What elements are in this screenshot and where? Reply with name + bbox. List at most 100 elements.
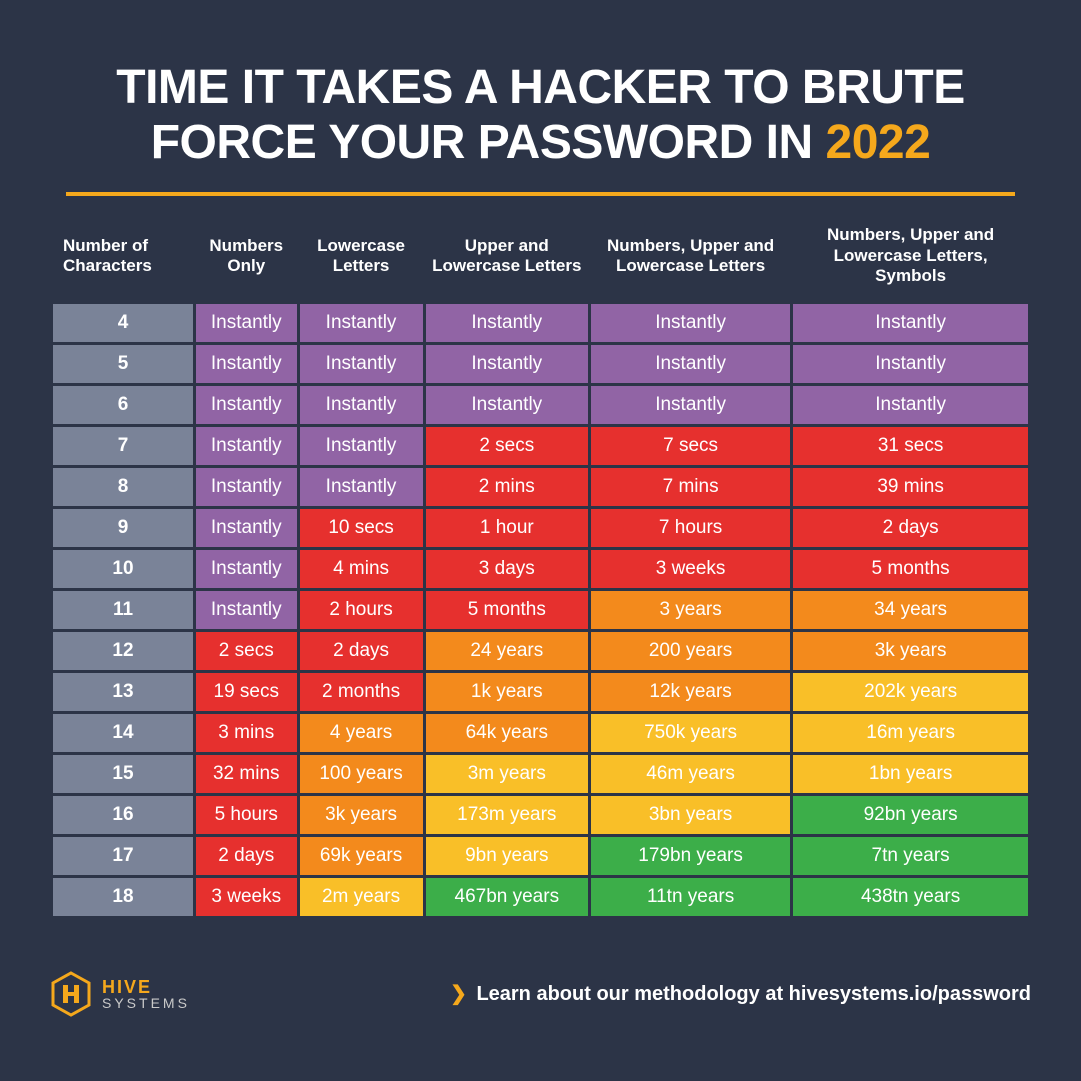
- time-cell: 2 days: [300, 632, 423, 670]
- time-cell: 3k years: [793, 632, 1028, 670]
- time-cell: 3 years: [591, 591, 790, 629]
- chevron-right-icon: ❯: [450, 983, 467, 1005]
- table-row: 1319 secs2 months1k years12k years202k y…: [53, 673, 1028, 711]
- divider: [66, 192, 1015, 196]
- time-cell: 19 secs: [196, 673, 297, 711]
- time-cell: 32 mins: [196, 755, 297, 793]
- time-cell: 9bn years: [426, 837, 588, 875]
- col-header: Number of Characters: [53, 219, 193, 300]
- logo-line2: SYSTEMS: [102, 996, 190, 1010]
- time-cell: Instantly: [591, 304, 790, 342]
- time-cell: 11tn years: [591, 878, 790, 916]
- brand-logo: HIVE SYSTEMS: [50, 971, 190, 1017]
- char-count: 8: [53, 468, 193, 506]
- time-cell: Instantly: [196, 468, 297, 506]
- time-cell: Instantly: [426, 386, 588, 424]
- col-header: Numbers, Upper and Lowercase Letters, Sy…: [793, 219, 1028, 300]
- time-cell: 3 weeks: [196, 878, 297, 916]
- time-cell: 5 months: [426, 591, 588, 629]
- time-cell: Instantly: [426, 345, 588, 383]
- time-cell: 1k years: [426, 673, 588, 711]
- time-cell: 69k years: [300, 837, 423, 875]
- time-cell: 467bn years: [426, 878, 588, 916]
- time-cell: 750k years: [591, 714, 790, 752]
- time-cell: 7 secs: [591, 427, 790, 465]
- time-cell: 202k years: [793, 673, 1028, 711]
- time-cell: Instantly: [300, 386, 423, 424]
- table-row: 7InstantlyInstantly2 secs7 secs31 secs: [53, 427, 1028, 465]
- table-row: 183 weeks2m years467bn years11tn years43…: [53, 878, 1028, 916]
- col-header: Numbers Only: [196, 219, 297, 300]
- table-row: 165 hours3k years173m years3bn years92bn…: [53, 796, 1028, 834]
- time-cell: 1bn years: [793, 755, 1028, 793]
- time-cell: Instantly: [793, 345, 1028, 383]
- time-cell: Instantly: [300, 345, 423, 383]
- time-cell: 31 secs: [793, 427, 1028, 465]
- hive-logo-icon: [50, 971, 92, 1017]
- cta-text: ❯ Learn about our methodology at hivesys…: [450, 981, 1031, 1006]
- char-count: 6: [53, 386, 193, 424]
- time-cell: 2 days: [793, 509, 1028, 547]
- char-count: 17: [53, 837, 193, 875]
- table-row: 1532 mins100 years3m years46m years1bn y…: [53, 755, 1028, 793]
- time-cell: 4 years: [300, 714, 423, 752]
- time-cell: 3m years: [426, 755, 588, 793]
- logo-line1: HIVE: [102, 978, 190, 996]
- time-cell: 173m years: [426, 796, 588, 834]
- time-cell: Instantly: [196, 386, 297, 424]
- time-cell: 7 hours: [591, 509, 790, 547]
- time-cell: 92bn years: [793, 796, 1028, 834]
- char-count: 9: [53, 509, 193, 547]
- time-cell: Instantly: [591, 345, 790, 383]
- char-count: 18: [53, 878, 193, 916]
- table-row: 5InstantlyInstantlyInstantlyInstantlyIns…: [53, 345, 1028, 383]
- char-count: 12: [53, 632, 193, 670]
- time-cell: 5 hours: [196, 796, 297, 834]
- time-cell: 5 months: [793, 550, 1028, 588]
- time-cell: 3bn years: [591, 796, 790, 834]
- time-cell: Instantly: [196, 591, 297, 629]
- time-cell: 64k years: [426, 714, 588, 752]
- table-row: 122 secs2 days24 years200 years3k years: [53, 632, 1028, 670]
- time-cell: Instantly: [793, 386, 1028, 424]
- time-cell: 7tn years: [793, 837, 1028, 875]
- table-row: 172 days69k years9bn years179bn years7tn…: [53, 837, 1028, 875]
- cta-link[interactable]: hivesystems.io/password: [789, 983, 1031, 1005]
- time-cell: 24 years: [426, 632, 588, 670]
- time-cell: Instantly: [196, 509, 297, 547]
- time-cell: 2 months: [300, 673, 423, 711]
- char-count: 11: [53, 591, 193, 629]
- time-cell: 2 days: [196, 837, 297, 875]
- cta-prefix: Learn about our methodology at: [476, 983, 788, 1005]
- time-cell: 7 mins: [591, 468, 790, 506]
- time-cell: 4 mins: [300, 550, 423, 588]
- time-cell: Instantly: [300, 304, 423, 342]
- footer: HIVE SYSTEMS ❯ Learn about our methodolo…: [0, 949, 1081, 1017]
- time-cell: Instantly: [196, 345, 297, 383]
- char-count: 7: [53, 427, 193, 465]
- time-cell: 3 days: [426, 550, 588, 588]
- time-cell: 1 hour: [426, 509, 588, 547]
- time-cell: 46m years: [591, 755, 790, 793]
- time-cell: 2m years: [300, 878, 423, 916]
- col-header: Numbers, Upper and Lowercase Letters: [591, 219, 790, 300]
- time-cell: 3 weeks: [591, 550, 790, 588]
- time-cell: Instantly: [591, 386, 790, 424]
- table-row: 10Instantly4 mins3 days3 weeks5 months: [53, 550, 1028, 588]
- col-header: Lowercase Letters: [300, 219, 423, 300]
- title-year: 2022: [826, 116, 931, 169]
- table-row: 6InstantlyInstantlyInstantlyInstantlyIns…: [53, 386, 1028, 424]
- char-count: 13: [53, 673, 193, 711]
- time-cell: 2 hours: [300, 591, 423, 629]
- time-cell: 12k years: [591, 673, 790, 711]
- char-count: 15: [53, 755, 193, 793]
- char-count: 14: [53, 714, 193, 752]
- time-cell: 39 mins: [793, 468, 1028, 506]
- time-cell: Instantly: [196, 550, 297, 588]
- table-row: 8InstantlyInstantly2 mins7 mins39 mins: [53, 468, 1028, 506]
- time-cell: 3 mins: [196, 714, 297, 752]
- time-cell: 100 years: [300, 755, 423, 793]
- time-cell: 10 secs: [300, 509, 423, 547]
- time-cell: 3k years: [300, 796, 423, 834]
- char-count: 5: [53, 345, 193, 383]
